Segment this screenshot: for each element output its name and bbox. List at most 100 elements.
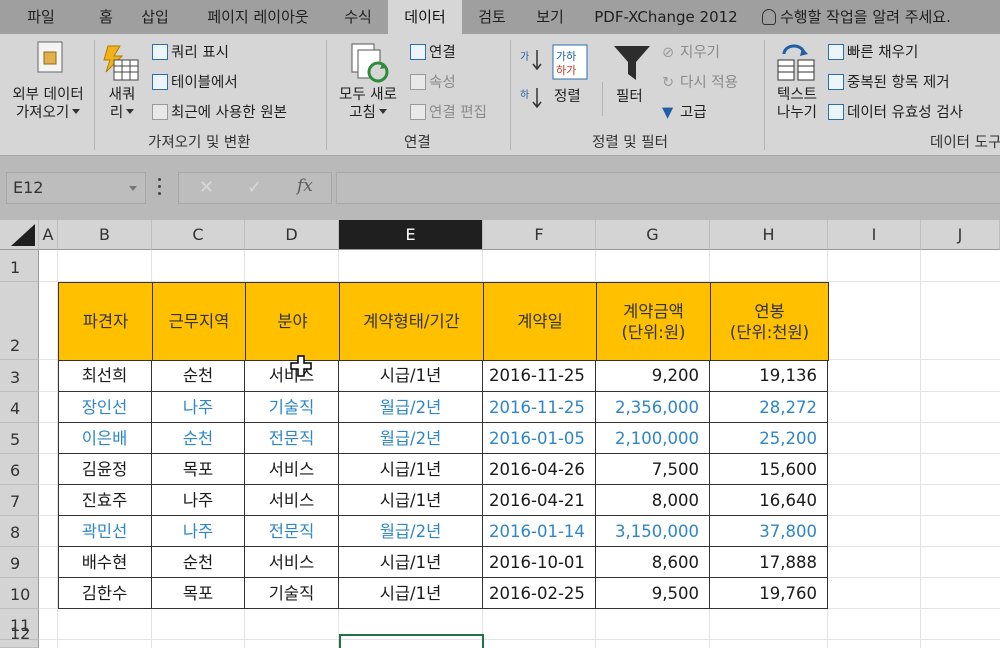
sort-ascending-icon[interactable]: 가 — [520, 48, 542, 72]
table-cell-contract-date[interactable]: 2016-11-25 — [483, 360, 596, 392]
table-cell-dispatcher[interactable]: 배수현 — [58, 547, 152, 578]
table-cell-work-region[interactable]: 나주 — [152, 516, 245, 547]
table-cell-dispatcher[interactable]: 곽민선 — [58, 516, 152, 547]
table-cell-contract-amount[interactable]: 9,200 — [596, 360, 710, 392]
table-cell-contract-amount[interactable]: 8,600 — [596, 547, 710, 578]
table-cell-work-region[interactable]: 순천 — [152, 423, 245, 454]
table-cell-contract-type[interactable]: 시급/1년 — [339, 578, 483, 609]
row-header-6[interactable]: 6 — [0, 454, 39, 485]
sort-button[interactable]: 정렬 — [554, 88, 581, 106]
table-cell-field[interactable]: 기술직 — [245, 392, 339, 423]
column-header-g[interactable]: G — [596, 220, 710, 250]
column-header-a[interactable]: A — [39, 220, 58, 250]
column-header-f[interactable]: F — [483, 220, 596, 250]
table-cell-annual-salary[interactable]: 15,600 — [710, 454, 828, 485]
table-cell-work-region[interactable]: 나주 — [152, 485, 245, 516]
column-header-h[interactable]: H — [710, 220, 828, 250]
tell-me-search[interactable]: 수행할 작업을 알려 주세요. — [762, 0, 951, 34]
column-header-j[interactable]: J — [921, 220, 1000, 250]
table-cell-work-region[interactable]: 순천 — [152, 360, 245, 392]
column-header-i[interactable]: I — [828, 220, 921, 250]
table-cell-contract-type[interactable]: 시급/1년 — [339, 547, 483, 578]
table-header-field[interactable]: 분야 — [245, 282, 340, 361]
tab-formulas[interactable]: 수식 — [334, 0, 382, 34]
formula-input[interactable] — [336, 172, 1000, 204]
table-cell-contract-type[interactable]: 시급/1년 — [339, 360, 483, 392]
tab-file[interactable]: 파일 — [10, 0, 72, 34]
row-header-10[interactable]: 10 — [0, 578, 39, 609]
select-all-corner[interactable] — [0, 220, 39, 250]
table-cell-work-region[interactable]: 나주 — [152, 392, 245, 423]
table-header-contract-type[interactable]: 계약형태/기간 — [339, 282, 484, 361]
table-header-annual-salary[interactable]: 연봉 (단위:천원) — [710, 282, 829, 361]
table-cell-annual-salary[interactable]: 28,272 — [710, 392, 828, 423]
get-external-data-button[interactable]: 외부 데이터 가져오기 — [4, 86, 92, 122]
row-header-8[interactable]: 8 — [0, 516, 39, 547]
edit-links-button[interactable]: 연결 편집 — [410, 104, 487, 122]
tab-page-layout[interactable]: 페이지 레이아웃 — [188, 0, 328, 34]
table-cell-contract-amount[interactable]: 9,500 — [596, 578, 710, 609]
row-header-4[interactable]: 4 — [0, 392, 39, 423]
data-validation-button[interactable]: 데이터 유효성 검사 — [828, 104, 963, 122]
column-header-c[interactable]: C — [152, 220, 245, 250]
table-cell-annual-salary[interactable]: 19,760 — [710, 578, 828, 609]
table-cell-work-region[interactable]: 목포 — [152, 578, 245, 609]
table-cell-annual-salary[interactable]: 16,640 — [710, 485, 828, 516]
table-cell-contract-date[interactable]: 2016-01-05 — [483, 423, 596, 454]
table-cell-dispatcher[interactable]: 이은배 — [58, 423, 152, 454]
table-header-dispatcher[interactable]: 파견자 — [58, 282, 153, 361]
text-to-columns-button[interactable]: 텍스트 나누기 — [770, 86, 824, 122]
table-cell-dispatcher[interactable]: 장인선 — [58, 392, 152, 423]
reapply-button[interactable]: ↻ 다시 적용 — [662, 74, 738, 92]
table-cell-annual-salary[interactable]: 17,888 — [710, 547, 828, 578]
table-header-work-region[interactable]: 근무지역 — [152, 282, 246, 361]
tab-home[interactable]: 홈 — [84, 0, 128, 34]
tab-insert[interactable]: 삽입 — [130, 0, 180, 34]
new-query-button[interactable]: 새쿼 리 — [100, 86, 144, 122]
table-cell-field[interactable]: 기술직 — [245, 578, 339, 609]
cancel-icon[interactable]: ✕ — [199, 177, 214, 198]
name-box[interactable]: E12 — [6, 172, 146, 204]
column-header-b[interactable]: B — [58, 220, 152, 250]
table-cell-contract-amount[interactable]: 2,100,000 — [596, 423, 710, 454]
table-cell-dispatcher[interactable]: 김윤정 — [58, 454, 152, 485]
row-header-12[interactable]: 12 — [0, 624, 39, 648]
table-cell-contract-type[interactable]: 월급/2년 — [339, 516, 483, 547]
tab-data[interactable]: 데이터 — [388, 0, 462, 34]
row-header-1[interactable]: 1 — [0, 250, 39, 282]
table-cell-dispatcher[interactable]: 김한수 — [58, 578, 152, 609]
row-header-3[interactable]: 3 — [0, 360, 39, 392]
table-cell-field[interactable]: 서비스 — [245, 485, 339, 516]
flash-fill-button[interactable]: 빠른 채우기 — [828, 44, 918, 62]
table-cell-contract-amount[interactable]: 3,150,000 — [596, 516, 710, 547]
table-cell-dispatcher[interactable]: 최선희 — [58, 360, 152, 392]
table-header-contract-amount[interactable]: 계약금액 (단위:원) — [596, 282, 711, 361]
connections-button[interactable]: 연결 — [410, 44, 456, 62]
table-cell-contract-date[interactable]: 2016-01-14 — [483, 516, 596, 547]
row-header-2[interactable]: 2 — [0, 282, 39, 360]
row-header-9[interactable]: 9 — [0, 547, 39, 578]
table-header-contract-date[interactable]: 계약일 — [483, 282, 597, 361]
more-options-icon[interactable] — [158, 178, 162, 196]
confirm-icon[interactable]: ✓ — [247, 177, 262, 198]
remove-duplicates-button[interactable]: 중복된 항목 제거 — [828, 74, 950, 92]
column-header-d[interactable]: D — [245, 220, 339, 250]
row-header-7[interactable]: 7 — [0, 485, 39, 516]
table-cell-annual-salary[interactable]: 37,800 — [710, 516, 828, 547]
table-cell-contract-amount[interactable]: 7,500 — [596, 454, 710, 485]
table-cell-field[interactable]: 서비스 — [245, 547, 339, 578]
row-header-5[interactable]: 5 — [0, 423, 39, 454]
table-cell-contract-type[interactable]: 시급/1년 — [339, 485, 483, 516]
column-header-e[interactable]: E — [339, 220, 483, 250]
recent-sources-button[interactable]: 최근에 사용한 원본 — [152, 104, 287, 122]
tab-pdf-xchange[interactable]: PDF-XChange 2012 — [584, 0, 748, 34]
table-cell-contract-amount[interactable]: 2,356,000 — [596, 392, 710, 423]
table-cell-contract-date[interactable]: 2016-10-01 — [483, 547, 596, 578]
from-table-button[interactable]: 테이블에서 — [152, 74, 238, 92]
advanced-filter-button[interactable]: ▼ 고급 — [662, 104, 707, 122]
show-queries-button[interactable]: 쿼리 표시 — [152, 44, 229, 62]
table-cell-contract-type[interactable]: 월급/2년 — [339, 423, 483, 454]
table-cell-annual-salary[interactable]: 19,136 — [710, 360, 828, 392]
table-cell-contract-date[interactable]: 2016-04-26 — [483, 454, 596, 485]
table-cell-contract-type[interactable]: 시급/1년 — [339, 454, 483, 485]
